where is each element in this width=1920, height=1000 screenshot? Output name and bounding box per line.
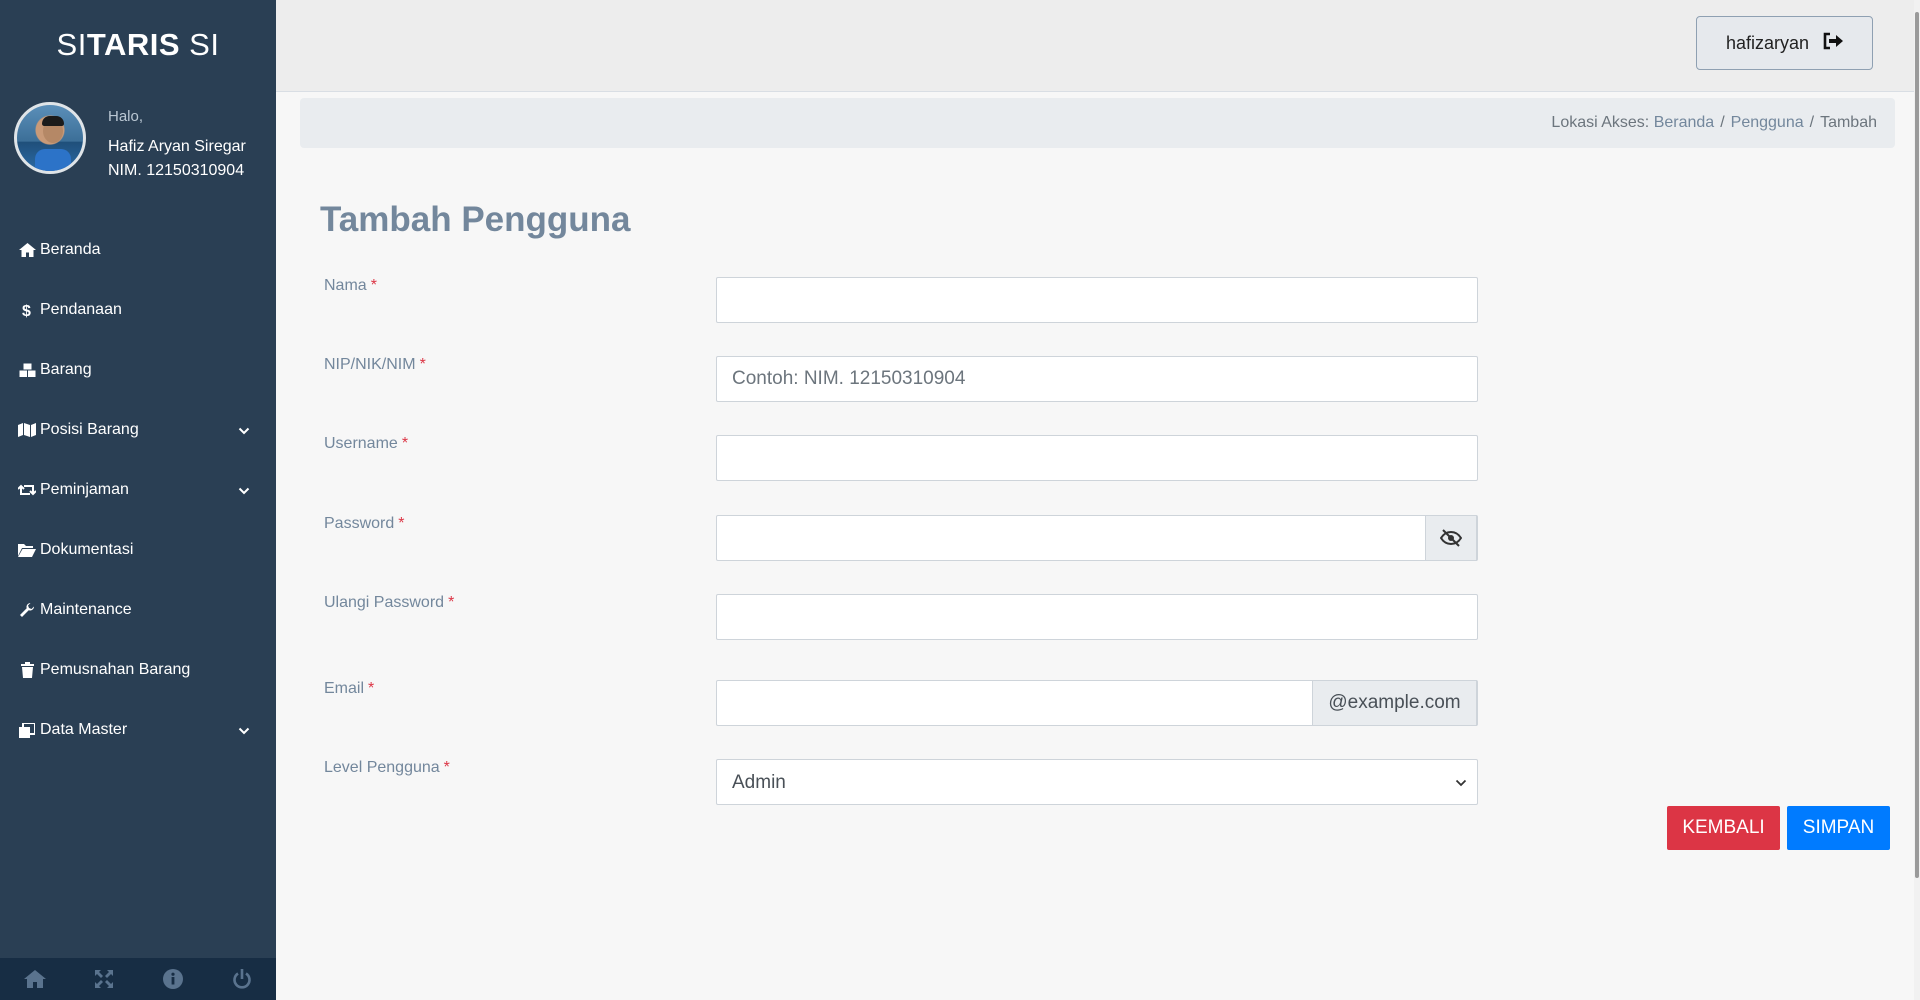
user-menu-button[interactable]: hafizaryan xyxy=(1696,16,1873,70)
sidebar-item-label: Posisi Barang xyxy=(40,421,139,438)
required-mark: * xyxy=(398,515,405,532)
email-input[interactable] xyxy=(717,681,1314,725)
sidebar-item-label: Pendanaan xyxy=(40,301,122,318)
nama-input[interactable] xyxy=(717,278,1477,322)
page-title: Tambah Pengguna xyxy=(320,200,631,239)
brand-part-1: SI xyxy=(56,27,87,62)
profile-name: Hafiz Aryan Siregar xyxy=(108,138,246,155)
breadcrumb-link-beranda[interactable]: Beranda xyxy=(1654,114,1715,132)
sidebar-item-pemusnahan-barang[interactable]: Pemusnahan Barang xyxy=(0,640,276,700)
nip-input[interactable] xyxy=(717,357,1477,401)
required-mark: * xyxy=(448,594,455,611)
sidebar-item-maintenance[interactable]: Maintenance xyxy=(0,580,276,640)
ulangi-password-label: Ulangi Password * xyxy=(324,594,455,611)
sidebar-item-posisi-barang[interactable]: Posisi Barang xyxy=(0,400,276,460)
username-label: hafizaryan xyxy=(1725,32,1810,53)
nama-label: Nama * xyxy=(324,277,377,294)
password-label: Password * xyxy=(324,515,405,532)
power-icon[interactable] xyxy=(230,967,254,991)
sidebar-item-label: Maintenance xyxy=(40,601,132,618)
required-mark: * xyxy=(419,356,426,373)
info-icon[interactable] xyxy=(161,967,185,991)
sidebar-item-peminjaman[interactable]: Peminjaman xyxy=(0,460,276,520)
email-domain-suffix: @example.com xyxy=(1312,680,1477,726)
wrench-icon xyxy=(18,602,36,618)
chevron-down-icon xyxy=(238,484,250,496)
expand-icon[interactable] xyxy=(92,967,116,991)
kembali-button[interactable]: KEMBALI xyxy=(1667,806,1780,850)
chevron-down-icon xyxy=(238,724,250,736)
home-icon xyxy=(18,242,36,258)
sidebar-item-label: Pemusnahan Barang xyxy=(40,661,191,678)
username-input[interactable] xyxy=(717,436,1477,480)
sidebar-item-dokumentasi[interactable]: Dokumentasi xyxy=(0,520,276,580)
avatar xyxy=(14,102,86,174)
breadcrumb-separator: / xyxy=(1720,114,1725,131)
home-icon[interactable] xyxy=(23,967,47,991)
dollar-icon: $ xyxy=(18,302,36,319)
breadcrumb-prefix: Lokasi Akses: xyxy=(1551,114,1650,131)
user-profile: Halo, Hafiz Aryan Siregar NIM. 121503109… xyxy=(0,90,276,210)
ulangi-password-input[interactable] xyxy=(717,595,1477,639)
level-select[interactable]: Admin xyxy=(717,760,1477,804)
sidebar-item-barang[interactable]: Barang xyxy=(0,340,276,400)
clone-icon xyxy=(18,722,36,738)
nama-field-wrapper xyxy=(716,277,1478,323)
sidebar-item-label: Data Master xyxy=(40,721,128,738)
required-mark: * xyxy=(370,277,377,294)
username-field-wrapper xyxy=(716,435,1478,481)
level-label: Level Pengguna * xyxy=(324,759,450,776)
brand-part-2: TARIS xyxy=(86,27,181,62)
sidebar-item-pendanaan[interactable]: $ Pendanaan xyxy=(0,280,276,340)
breadcrumb-separator: / xyxy=(1809,114,1815,131)
required-mark: * xyxy=(443,759,450,776)
breadcrumb-current: Tambah xyxy=(1820,114,1877,131)
folder-open-icon xyxy=(18,542,36,558)
ulangi-password-field-wrapper xyxy=(716,594,1478,640)
breadcrumb: Lokasi Akses: Beranda / Pengguna / Tamba… xyxy=(300,98,1895,148)
nip-field-wrapper xyxy=(716,356,1478,402)
sidebar-item-data-master[interactable]: Data Master xyxy=(0,700,276,760)
simpan-button[interactable]: SIMPAN xyxy=(1787,806,1890,850)
sidebar-item-label: Dokumentasi xyxy=(40,541,134,558)
level-select-wrapper: Admin xyxy=(716,759,1478,805)
sidebar-item-beranda[interactable]: Beranda xyxy=(0,220,276,280)
required-mark: * xyxy=(368,680,375,697)
sidebar-item-label: Peminjaman xyxy=(40,481,129,498)
eye-slash-icon[interactable] xyxy=(1425,515,1477,561)
email-field-wrapper: @example.com xyxy=(716,680,1478,726)
nip-label: NIP/NIK/NIM * xyxy=(324,356,426,373)
chevron-down-icon xyxy=(238,424,250,436)
map-icon xyxy=(18,422,36,438)
sidebar-item-label: Beranda xyxy=(40,241,101,258)
sidebar-menu: Beranda $ Pendanaan Barang Posisi Barang xyxy=(0,220,276,760)
username-label: Username * xyxy=(324,435,409,452)
trash-icon xyxy=(18,662,36,678)
breadcrumb-link-pengguna[interactable]: Pengguna xyxy=(1731,114,1804,132)
app-brand[interactable]: SI TARIS SI xyxy=(0,0,276,90)
sign-out-icon xyxy=(1823,32,1844,55)
profile-nim: NIM. 12150310904 xyxy=(108,162,245,179)
required-mark: * xyxy=(401,435,409,452)
greeting: Halo, xyxy=(108,108,144,125)
sidebar: SI TARIS SI Halo, Hafiz Aryan Siregar NIM… xyxy=(0,0,276,1000)
top-navbar: hafizaryan xyxy=(276,0,1920,92)
retweet-icon xyxy=(18,482,36,498)
password-field-wrapper xyxy=(716,515,1478,561)
sidebar-item-label: Barang xyxy=(40,361,92,378)
sidebar-footer xyxy=(0,958,276,1000)
cubes-icon xyxy=(18,362,36,378)
brand-part-3: SI xyxy=(180,27,220,62)
email-label: Email * xyxy=(324,680,375,697)
password-input[interactable] xyxy=(717,516,1427,560)
svg-text:$: $ xyxy=(22,303,31,319)
page-scrollbar[interactable] xyxy=(1914,0,1920,1000)
